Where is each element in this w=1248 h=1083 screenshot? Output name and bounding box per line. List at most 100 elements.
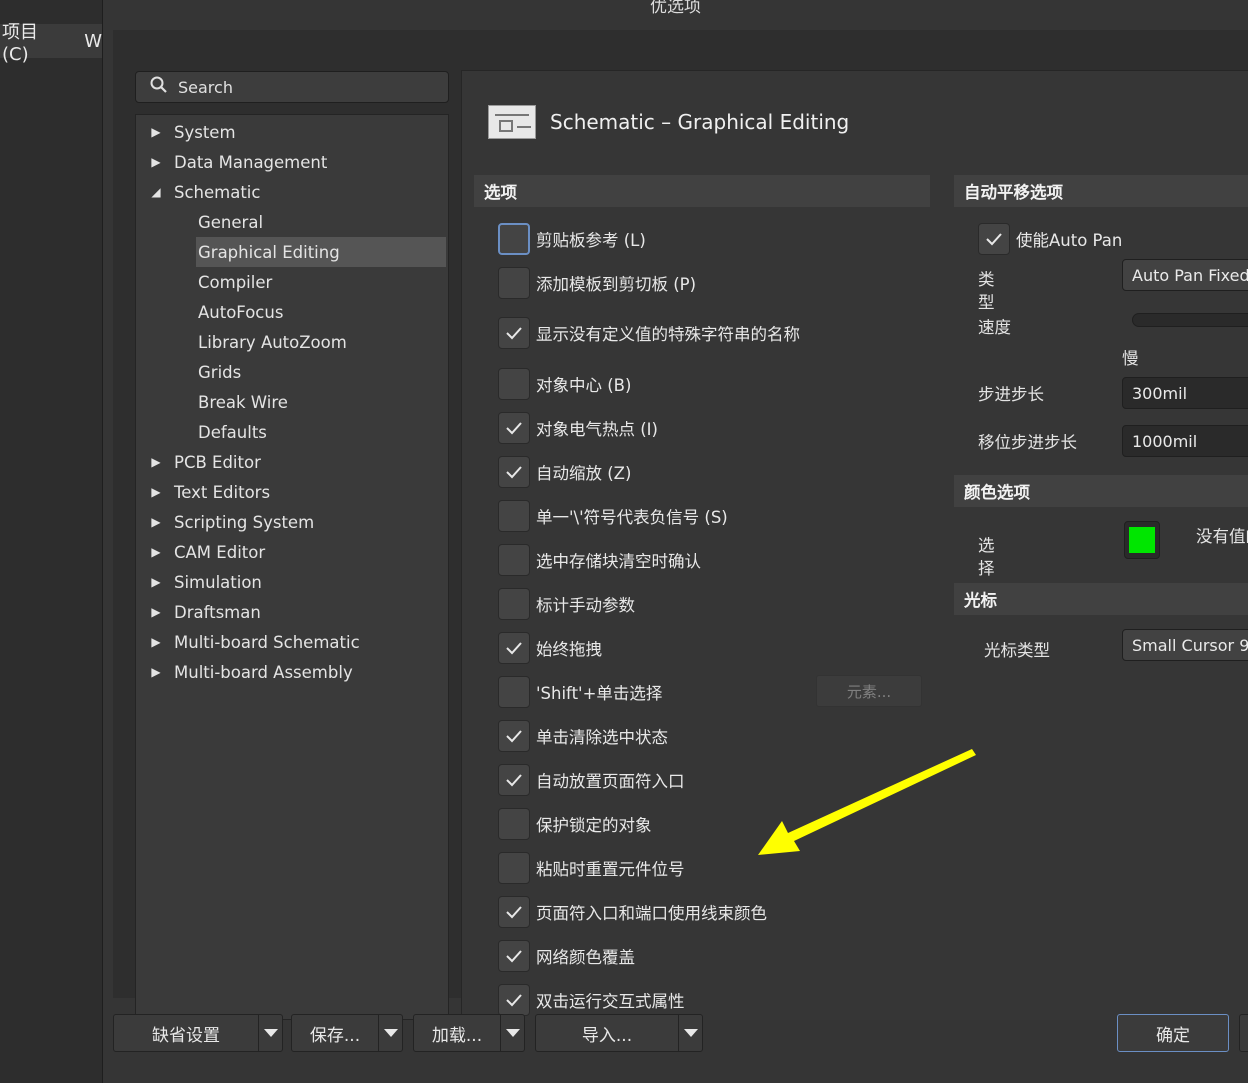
checkbox-checked[interactable] [498,896,530,928]
tree-item-defaults[interactable]: Defaults [196,417,267,447]
expand-arrow-icon[interactable]: ▶ [148,485,164,499]
dropdown-arrow-icon[interactable] [500,1015,524,1051]
autopan-type-dropdown[interactable]: Auto Pan Fixed Jump [1122,259,1248,291]
tree-item-break-wire[interactable]: Break Wire [196,387,288,417]
checkmark-icon [506,994,522,1007]
option-clipboard-reference[interactable]: 剪贴板参考 (L) [498,223,646,255]
save-button[interactable]: 保存... [291,1014,403,1052]
checkbox-checked[interactable] [498,764,530,796]
option-protect-locked-objects[interactable]: 保护锁定的对象 [498,808,652,840]
tree-item-autofocus[interactable]: AutoFocus [196,297,283,327]
checkbox-checked[interactable] [498,317,530,349]
option-auto-zoom[interactable]: 自动缩放 (Z) [498,456,631,488]
menu-item-w[interactable]: W [84,31,102,52]
option-mark-manual-parameters[interactable]: 标计手动参数 [498,588,635,620]
option-add-template-to-clipboard[interactable]: 添加模板到剪切板 (P) [498,267,696,299]
step-size-input[interactable]: 300mil [1122,377,1248,409]
tree-item-data-management[interactable]: ▶ Data Management [148,147,327,177]
expand-arrow-icon[interactable]: ▶ [148,575,164,589]
tree-item-general[interactable]: General [196,207,263,237]
option-object-center[interactable]: 对象中心 (B) [498,368,631,400]
option-click-clears-selection[interactable]: 单击清除选中状态 [498,720,668,752]
tree-item-simulation[interactable]: ▶ Simulation [148,567,262,597]
expand-arrow-icon[interactable]: ▶ [148,635,164,649]
expand-arrow-icon[interactable]: ▶ [148,125,164,139]
tree-item-cam-editor[interactable]: ▶ CAM Editor [148,537,265,567]
tree-item-text-editors[interactable]: ▶ Text Editors [148,477,270,507]
option-single-backslash-negation[interactable]: 单一'\'符号代表负信号 (S) [498,500,728,532]
option-enable-autopan[interactable]: 使能Auto Pan [978,223,1122,255]
tree-item-grids[interactable]: Grids [196,357,241,387]
shift-step-size-input[interactable]: 1000mil [1122,425,1248,457]
option-net-color-override[interactable]: 网络颜色覆盖 [498,940,635,972]
option-reset-designators-on-paste[interactable]: 粘贴时重置元件位号 [498,852,685,884]
option-auto-place-sheet-entries[interactable]: 自动放置页面符入口 [498,764,685,796]
checkbox-checked[interactable] [498,632,530,664]
tree-item-scripting-system[interactable]: ▶ Scripting System [148,507,314,537]
load-button[interactable]: 加载... [413,1014,525,1052]
dropdown-arrow-icon[interactable] [678,1015,702,1051]
checkmark-icon [506,466,522,479]
shift-step-size-label: 移位步进步长 [978,433,1077,452]
collapse-arrow-icon[interactable]: ◢ [148,185,164,199]
checkbox[interactable] [498,588,530,620]
option-double-click-interactive-properties[interactable]: 双击运行交互式属性 [498,984,685,1016]
checkbox-checked[interactable] [498,412,530,444]
checkbox-checked[interactable] [498,940,530,972]
autopan-speed-slider[interactable] [1132,313,1248,327]
option-always-drag[interactable]: 始终拖拽 [498,632,602,664]
checkbox[interactable] [498,267,530,299]
options-section-header: 选项 [474,175,930,207]
tree-item-pcb-editor[interactable]: ▶ PCB Editor [148,447,261,477]
selection-color-label-2: 择 [978,559,995,578]
checkbox-checked[interactable] [978,223,1010,255]
elements-button[interactable]: 元素... [816,675,922,707]
tree-item-graphical-editing[interactable]: Graphical Editing [196,237,446,267]
menu-item-project[interactable]: 项目 (C) [2,18,70,65]
checkmark-icon [506,950,522,963]
dropdown-arrow-icon[interactable] [378,1015,402,1051]
option-harness-color-for-entries[interactable]: 页面符入口和端口使用线束颜色 [498,896,767,928]
checkbox[interactable] [498,368,530,400]
defaults-button[interactable]: 缺省设置 [113,1014,283,1052]
dropdown-arrow-icon[interactable] [258,1015,282,1051]
checkbox[interactable] [498,676,530,708]
category-tree[interactable]: ▶ System ▶ Data Management ◢ Schematic Gene… [135,114,449,1020]
tree-item-multi-board-schematic[interactable]: ▶ Multi-board Schematic [148,627,359,657]
search-box[interactable] [135,71,449,103]
expand-arrow-icon[interactable]: ▶ [148,515,164,529]
import-button[interactable]: 导入... [535,1014,703,1052]
expand-arrow-icon[interactable]: ▶ [148,545,164,559]
option-object-electrical-hotspot[interactable]: 对象电气热点 (I) [498,412,658,444]
expand-arrow-icon[interactable]: ▶ [148,155,164,169]
background-app-window: 项目 (C) W [0,0,102,1083]
cursor-type-label: 光标类型 [984,641,1050,660]
expand-arrow-icon[interactable]: ▶ [148,665,164,679]
search-input[interactable] [178,77,428,97]
tree-item-compiler[interactable]: Compiler [196,267,272,297]
cancel-button[interactable] [1239,1014,1248,1052]
checkbox-checked[interactable] [498,984,530,1016]
checkbox[interactable] [498,852,530,884]
checkbox[interactable] [498,808,530,840]
option-confirm-clear-selection-memory[interactable]: 选中存储块清空时确认 [498,544,701,576]
checkbox[interactable] [498,223,530,255]
checkbox-checked[interactable] [498,720,530,752]
tree-item-multi-board-assembly[interactable]: ▶ Multi-board Assembly [148,657,352,687]
cursor-type-dropdown[interactable]: Small Cursor 90 [1122,629,1248,661]
tree-item-library-autozoom[interactable]: Library AutoZoom [196,327,347,357]
expand-arrow-icon[interactable]: ▶ [148,455,164,469]
tree-item-schematic[interactable]: ◢ Schematic [148,177,260,207]
tree-item-draftsman[interactable]: ▶ Draftsman [148,597,260,627]
option-display-undefined-special-strings[interactable]: 显示没有定义值的特殊字符串的名称 [498,317,800,349]
expand-arrow-icon[interactable]: ▶ [148,605,164,619]
checkbox[interactable] [498,500,530,532]
option-shift-click-select[interactable]: 'Shift'+单击选择 [498,676,662,708]
checkbox[interactable] [498,544,530,576]
ok-button[interactable]: 确定 [1117,1014,1229,1052]
autopan-speed-slow-label: 慢 [1122,349,1139,368]
tree-item-system[interactable]: ▶ System [148,117,235,147]
checkmark-icon [506,906,522,919]
checkbox-checked[interactable] [498,456,530,488]
selection-color-picker[interactable] [1124,521,1160,559]
